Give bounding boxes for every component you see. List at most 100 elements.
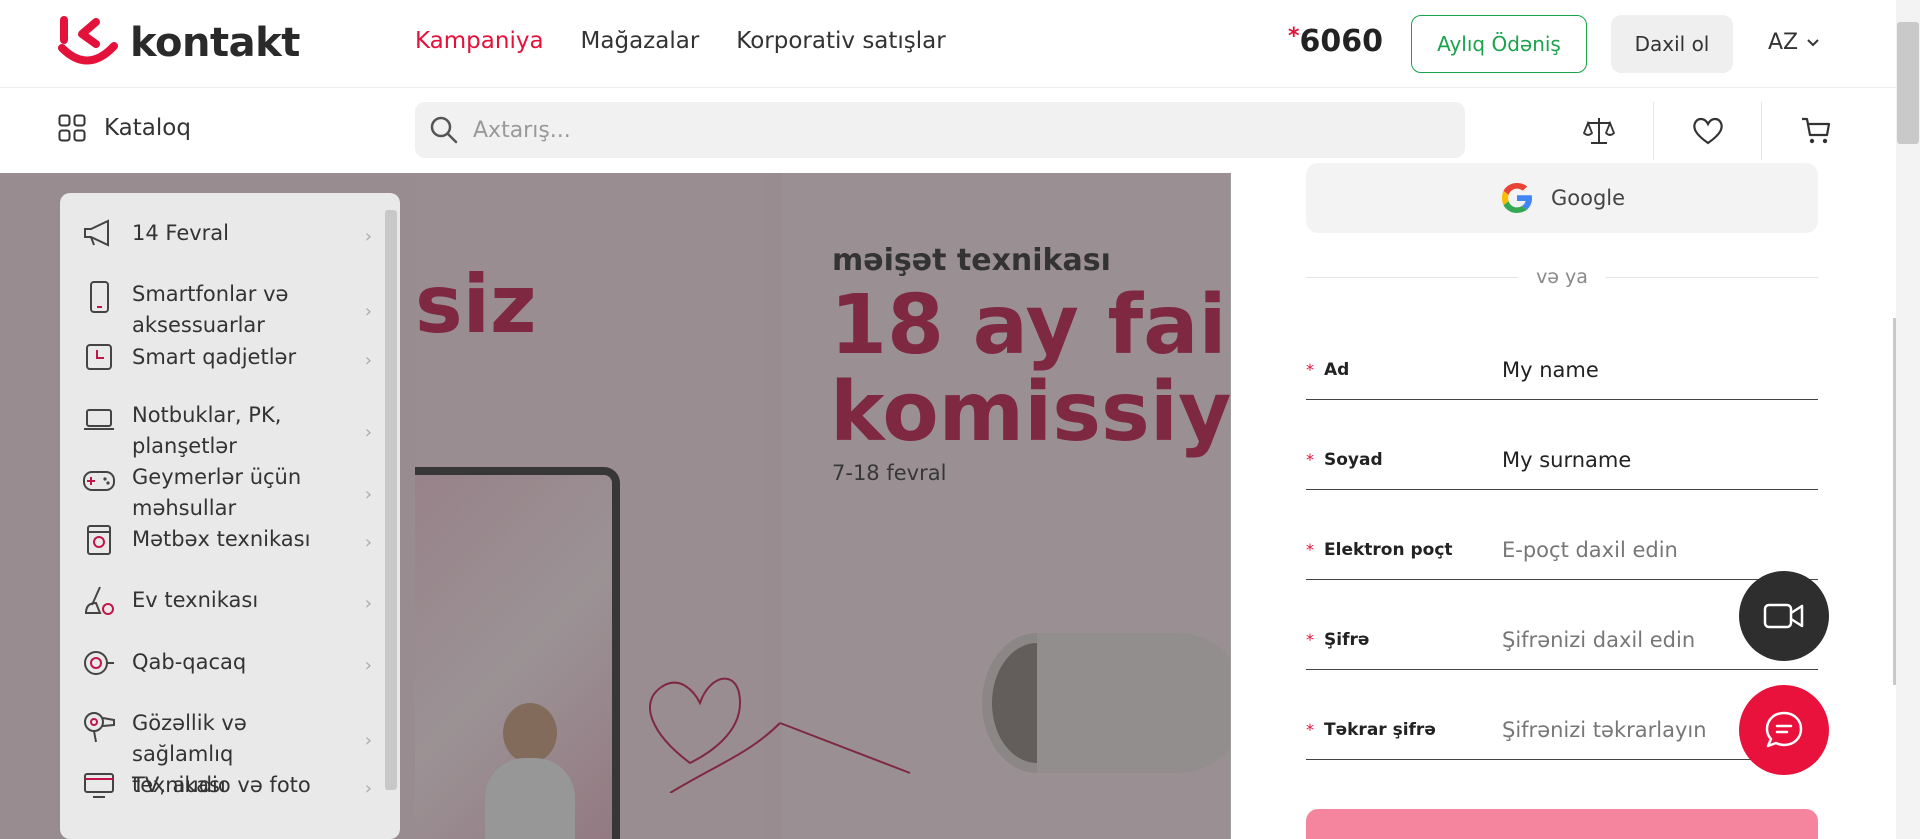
divider-line bbox=[1605, 276, 1818, 278]
required-mark: * bbox=[1306, 540, 1314, 559]
main-nav: Kampaniya Mağazalar Korporativ satışlar bbox=[415, 28, 946, 54]
sidebar-item-label: TV, audio və foto bbox=[132, 773, 311, 797]
heart-icon bbox=[1692, 117, 1723, 145]
hotline-number: 6060 bbox=[1299, 24, 1384, 59]
required-mark: * bbox=[1306, 360, 1314, 379]
search-bar bbox=[415, 102, 1465, 158]
logo[interactable]: kontakt bbox=[58, 16, 300, 70]
sidebar-item-smart-qadjetler[interactable]: Smart qadjetlər › bbox=[82, 342, 372, 373]
hotline[interactable]: *6060 bbox=[1288, 24, 1383, 59]
nav-korporativ[interactable]: Korporativ satışlar bbox=[736, 28, 945, 54]
nav-magazalar[interactable]: Mağazalar bbox=[581, 28, 700, 54]
sidebar-item-label: Ev texnikası bbox=[132, 588, 259, 612]
email-input[interactable] bbox=[1502, 537, 1802, 562]
oven-icon bbox=[87, 525, 111, 555]
sidebar-item-notbuklar[interactable]: Notbuklar, PK, planşetlər › bbox=[82, 400, 372, 462]
sidebar-item-label: Smart qadjetlər bbox=[132, 345, 297, 369]
chevron-right-icon: › bbox=[364, 484, 372, 505]
chevron-right-icon: › bbox=[364, 301, 372, 322]
monthly-payment-button[interactable]: Aylıq Ödəniş bbox=[1411, 15, 1587, 73]
last-name-field: * Soyad bbox=[1306, 430, 1818, 490]
cart-button[interactable] bbox=[1761, 102, 1869, 160]
chat-bubble-icon bbox=[1765, 711, 1803, 748]
logo-icon bbox=[58, 16, 120, 70]
google-icon bbox=[1501, 183, 1532, 213]
chevron-right-icon: › bbox=[364, 593, 372, 614]
password-label: Şifrə bbox=[1324, 629, 1370, 650]
sub-header: Kataloq bbox=[0, 88, 1896, 173]
login-button[interactable]: Daxil ol bbox=[1611, 15, 1733, 73]
google-signin-button[interactable]: Google bbox=[1306, 163, 1818, 233]
divider-line bbox=[1306, 276, 1519, 278]
or-divider: və ya bbox=[1306, 266, 1818, 288]
last-name-input[interactable] bbox=[1502, 447, 1802, 472]
vacuum-icon bbox=[84, 586, 114, 615]
email-label: Elektron poçt bbox=[1324, 539, 1453, 560]
sidebar-item-ev-texnikasi[interactable]: Ev texnikası › bbox=[82, 585, 372, 617]
chevron-right-icon: › bbox=[364, 655, 372, 676]
required-mark: * bbox=[1306, 450, 1314, 469]
chevron-down-icon bbox=[1807, 38, 1819, 46]
sidebar-item-label: 14 Fevral bbox=[132, 221, 230, 245]
page-scrollbar-thumb[interactable] bbox=[1897, 22, 1919, 144]
language-label: AZ bbox=[1768, 30, 1799, 55]
compare-button[interactable] bbox=[1545, 102, 1653, 160]
sidebar-item-metbex[interactable]: Mətbəx texnikası › bbox=[82, 524, 372, 556]
megaphone-icon bbox=[84, 219, 109, 247]
google-label: Google bbox=[1550, 186, 1626, 210]
top-header: kontakt Kampaniya Mağazalar Korporativ s… bbox=[0, 0, 1896, 88]
header-actions bbox=[1545, 102, 1869, 160]
sidebar-item-smartfonlar[interactable]: Smartfonlar və aksessuarlar › bbox=[82, 279, 372, 341]
video-call-button[interactable] bbox=[1739, 571, 1829, 661]
sidebar-item-label: Notbuklar, PK, planşetlər bbox=[132, 403, 282, 458]
chevron-right-icon: › bbox=[364, 422, 372, 443]
nav-kampaniya[interactable]: Kampaniya bbox=[415, 28, 544, 54]
tv-icon bbox=[84, 773, 114, 798]
sidebar-item-14-fevral[interactable]: 14 Fevral › bbox=[82, 218, 372, 249]
catalog-label: Kataloq bbox=[104, 115, 191, 141]
chat-button[interactable] bbox=[1739, 685, 1829, 775]
hotline-star: * bbox=[1288, 24, 1300, 49]
or-label: və ya bbox=[1536, 266, 1588, 288]
search-icon bbox=[430, 116, 458, 144]
first-name-input[interactable] bbox=[1502, 357, 1802, 382]
cookware-icon bbox=[84, 651, 114, 675]
sidebar-item-label: Mətbəx texnikası bbox=[132, 527, 311, 551]
chevron-right-icon: › bbox=[364, 730, 372, 751]
sidebar-item-qab-qacaq[interactable]: Qab-qacaq › bbox=[82, 647, 372, 679]
required-mark: * bbox=[1306, 720, 1314, 739]
chevron-right-icon: › bbox=[364, 532, 372, 553]
cart-icon bbox=[1801, 117, 1830, 144]
sidebar-item-label: Qab-qacaq bbox=[132, 650, 247, 674]
sidebar-item-geymerler[interactable]: Geymerlər üçün məhsullar › bbox=[82, 462, 372, 524]
sidebar-item-tv-audio[interactable]: TV, audio və foto › bbox=[82, 770, 372, 801]
chevron-right-icon: › bbox=[364, 778, 372, 799]
search-input[interactable] bbox=[473, 117, 1373, 143]
grid-icon bbox=[58, 114, 86, 142]
first-name-label: Ad bbox=[1324, 359, 1350, 380]
last-name-label: Soyad bbox=[1324, 449, 1383, 470]
sidebar-item-label: Smartfonlar və aksessuarlar bbox=[132, 282, 289, 337]
catalog-button[interactable]: Kataloq bbox=[58, 114, 191, 142]
video-camera-icon bbox=[1763, 603, 1804, 629]
laptop-icon bbox=[84, 409, 114, 430]
favorites-button[interactable] bbox=[1653, 102, 1761, 160]
logo-text: kontakt bbox=[130, 20, 300, 66]
email-field: * Elektron poçt bbox=[1306, 520, 1818, 580]
hairdryer-icon bbox=[84, 712, 115, 743]
confirm-password-label: Təkrar şifrə bbox=[1324, 719, 1436, 740]
catalog-sidebar: 14 Fevral › Smartfonlar və aksessuarlar … bbox=[60, 193, 400, 839]
sidebar-scrollbar[interactable] bbox=[385, 210, 397, 790]
chevron-right-icon: › bbox=[364, 350, 372, 371]
panel-scrollbar-thumb[interactable] bbox=[1893, 318, 1896, 685]
language-selector[interactable]: AZ bbox=[1768, 30, 1820, 55]
smartphone-icon bbox=[90, 281, 109, 313]
gamepad-icon bbox=[83, 471, 115, 491]
chevron-right-icon: › bbox=[364, 226, 372, 247]
sidebar-item-label: Geymerlər üçün məhsullar bbox=[132, 465, 302, 520]
smartwatch-icon bbox=[86, 344, 112, 370]
required-mark: * bbox=[1306, 630, 1314, 649]
register-submit-button[interactable] bbox=[1306, 809, 1818, 839]
compare-icon bbox=[1583, 118, 1615, 144]
first-name-field: * Ad bbox=[1306, 340, 1818, 400]
